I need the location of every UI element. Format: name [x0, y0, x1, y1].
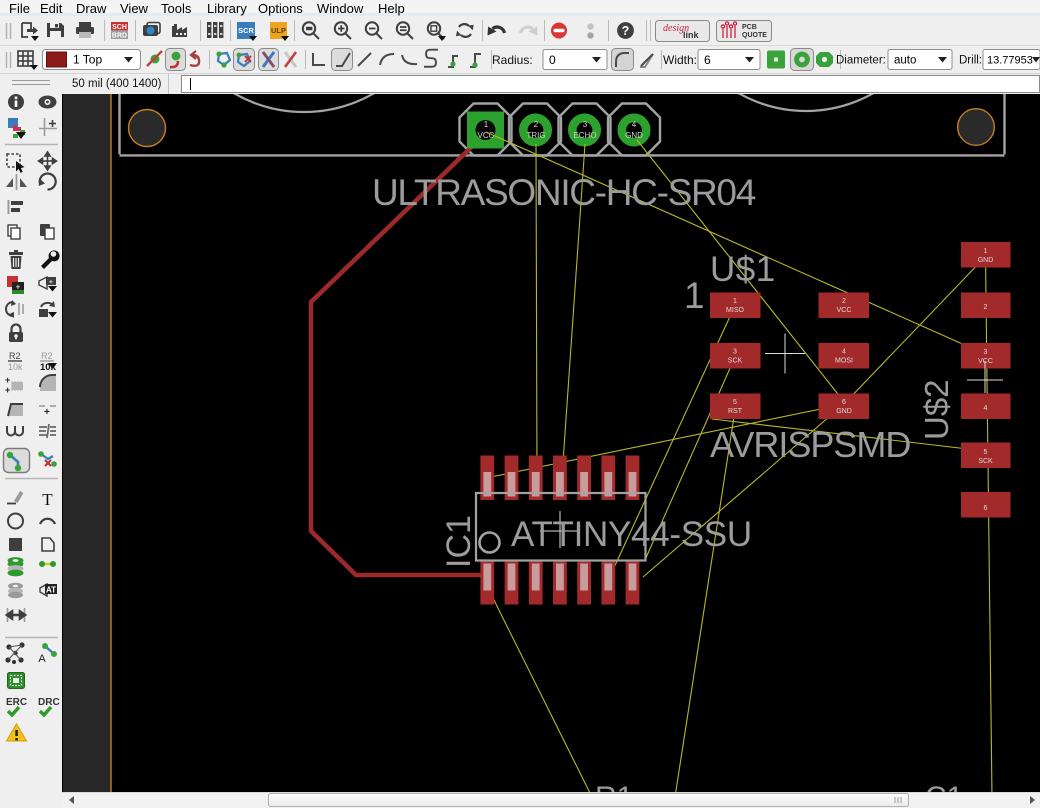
- svg-text:10k: 10k: [8, 362, 23, 372]
- svg-text:3: 3: [984, 349, 988, 356]
- svg-text:6: 6: [984, 505, 988, 512]
- svg-text:AVRISPSMD: AVRISPSMD: [710, 424, 910, 465]
- svg-text:1: 1: [684, 275, 705, 316]
- svg-text:U$1: U$1: [710, 250, 776, 289]
- svg-text:1: 1: [484, 120, 489, 129]
- svg-text:QUOTE: QUOTE: [742, 32, 767, 39]
- svg-text:1: 1: [733, 298, 737, 305]
- svg-text:Width:: Width:: [663, 53, 697, 67]
- svg-text:+: +: [5, 385, 10, 395]
- svg-text:2: 2: [842, 298, 846, 305]
- svg-text:R2: R2: [41, 351, 53, 361]
- svg-text:ERC: ERC: [6, 697, 27, 708]
- svg-text:RST: RST: [728, 408, 743, 415]
- svg-text:+: +: [49, 277, 54, 286]
- svg-text:GND: GND: [978, 257, 994, 264]
- svg-text:GND: GND: [836, 408, 852, 415]
- svg-text:A: A: [38, 653, 46, 665]
- svg-text:Radius:: Radius:: [492, 53, 533, 67]
- svg-text:ULTRASONIC-HC-SR04: ULTRASONIC-HC-SR04: [372, 172, 756, 213]
- svg-text:auto: auto: [894, 55, 916, 67]
- svg-text:MISO: MISO: [726, 307, 744, 314]
- svg-text:SCR: SCR: [238, 26, 254, 35]
- svg-text:DRC: DRC: [38, 697, 60, 708]
- svg-text:6: 6: [842, 399, 846, 406]
- svg-text:1: 1: [984, 248, 988, 255]
- svg-text:3: 3: [583, 120, 588, 129]
- svg-text:5: 5: [733, 399, 737, 406]
- svg-text:1 Top: 1 Top: [73, 53, 102, 67]
- svg-text:2: 2: [984, 304, 988, 311]
- svg-text:C1: C1: [925, 781, 963, 792]
- svg-text:R1: R1: [595, 781, 633, 792]
- svg-text:4: 4: [984, 405, 988, 412]
- svg-text:5: 5: [984, 449, 988, 456]
- svg-text:SCH: SCH: [112, 24, 127, 31]
- svg-text:MOSI: MOSI: [835, 358, 853, 365]
- svg-text:4: 4: [632, 120, 637, 129]
- svg-text:13.77953: 13.77953: [987, 55, 1033, 67]
- svg-text:AT: AT: [46, 586, 56, 595]
- svg-text:R2: R2: [9, 351, 21, 361]
- svg-text:IC1: IC1: [440, 515, 478, 568]
- svg-text:+: +: [5, 375, 10, 385]
- svg-text:4: 4: [842, 349, 846, 356]
- svg-text:SCK: SCK: [978, 458, 993, 465]
- svg-text:U$2: U$2: [918, 379, 955, 440]
- svg-text:GND: GND: [625, 131, 643, 140]
- svg-text:link: link: [683, 30, 699, 40]
- svg-text:T: T: [42, 490, 53, 509]
- svg-text:3: 3: [733, 349, 737, 356]
- svg-text:ULP: ULP: [271, 26, 286, 35]
- svg-text:VCC: VCC: [837, 307, 852, 314]
- svg-text:?: ?: [622, 24, 630, 38]
- svg-text:+: +: [44, 407, 50, 418]
- svg-text:ECHO: ECHO: [573, 131, 596, 140]
- svg-text:SCK: SCK: [728, 358, 743, 365]
- svg-text:2: 2: [534, 120, 539, 129]
- svg-text:PCB: PCB: [742, 24, 757, 31]
- svg-text:Diameter:: Diameter:: [836, 55, 886, 67]
- svg-text:0: 0: [549, 53, 556, 67]
- svg-text:TRIG: TRIG: [526, 131, 545, 140]
- svg-text:Drill:: Drill:: [959, 55, 982, 67]
- svg-text:+: +: [16, 283, 21, 292]
- svg-text:6: 6: [704, 53, 711, 67]
- svg-text:ATTINY44-SSU: ATTINY44-SSU: [511, 515, 752, 554]
- svg-text:BRD: BRD: [112, 33, 127, 40]
